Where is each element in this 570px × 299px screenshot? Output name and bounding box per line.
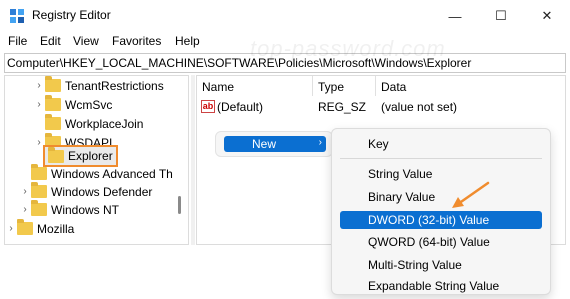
chevron-right-icon[interactable]: › [33,99,45,110]
key-tree-pane[interactable]: › TenantRestrictions › WcmSvc WorkplaceJ… [4,75,189,245]
chevron-right-icon[interactable]: › [19,186,31,197]
submenu-item-label: Multi-String Value [368,258,462,272]
column-header-data[interactable]: Data [381,80,406,94]
chevron-right-icon[interactable]: › [19,204,31,215]
submenu-item-key[interactable]: Key [340,135,542,153]
tree-item-label: TenantRestrictions [65,78,164,93]
window-title: Registry Editor [32,8,111,22]
submenu-item-dword-value[interactable]: DWORD (32-bit) Value [340,211,542,229]
tree-item-windows-nt[interactable]: › Windows NT [19,200,119,219]
tree-item-wcmsvc[interactable]: › WcmSvc [33,95,112,114]
tree-item-mozilla[interactable]: › Mozilla [5,219,74,238]
folder-icon [31,200,47,216]
chevron-right-icon[interactable]: › [5,223,17,234]
orange-arrow-icon [452,181,490,208]
maximize-button[interactable]: ☐ [478,0,524,32]
tree-item-label: Explorer [68,149,113,163]
folder-icon [45,114,61,130]
submenu-item-label: String Value [368,167,433,181]
menu-help[interactable]: Help [175,34,200,48]
submenu-item-expandable-string-value[interactable]: Expandable String Value [340,277,542,295]
folder-icon [17,219,33,235]
column-divider[interactable] [312,76,313,96]
tree-item-label: Windows NT [51,202,120,217]
tree-item-tenantrestrictions[interactable]: › TenantRestrictions [33,76,164,95]
tree-item-label: Mozilla [37,221,75,236]
folder-icon [31,182,47,198]
tree-item-label: WcmSvc [65,97,113,112]
menu-file[interactable]: File [8,34,27,48]
submenu-item-binary-value[interactable]: Binary Value [340,188,542,206]
tree-item-workplacejoin[interactable]: WorkplaceJoin [33,114,143,133]
value-type: REG_SZ [318,100,367,114]
folder-icon [48,146,64,163]
submenu-item-multi-string-value[interactable]: Multi-String Value [340,256,542,274]
context-menu-new[interactable]: New › [224,136,326,152]
submenu-item-label: QWORD (64-bit) Value [368,235,490,249]
submenu-separator [340,158,542,159]
context-menu-new-label: New [252,137,277,151]
tree-item-label: Windows Defender [51,184,153,199]
column-header-name[interactable]: Name [202,80,234,94]
tree-scrollbar-thumb[interactable] [178,196,181,214]
watermark: top-password.com [250,36,446,61]
menu-edit[interactable]: Edit [40,34,61,48]
menu-favorites[interactable]: Favorites [112,34,161,48]
submenu-item-label: Key [368,137,389,151]
submenu-item-label: Binary Value [368,190,436,204]
tree-item-windows-defender[interactable]: › Windows Defender [19,182,152,201]
tree-item-label: WorkplaceJoin [65,116,144,131]
pane-splitter[interactable] [191,75,195,245]
close-button[interactable]: ✕ [524,0,570,32]
submenu-item-label: DWORD (32-bit) Value [368,213,490,227]
string-value-icon: ab [201,100,215,113]
title-bar: Registry Editor — ☐ ✕ [0,0,570,32]
menu-view[interactable]: View [73,34,99,48]
folder-icon [45,95,61,111]
column-divider[interactable] [375,76,376,96]
chevron-right-icon[interactable]: › [33,80,45,91]
folder-icon [31,164,47,180]
submenu-item-string-value[interactable]: String Value [340,165,542,183]
submenu-item-label: Expandable String Value [368,279,500,293]
value-data: (value not set) [381,100,458,114]
chevron-right-icon: › [318,137,322,148]
tree-item-label: Windows Advanced Th [51,166,173,181]
folder-icon [45,76,61,92]
registry-editor-icon [10,9,24,23]
column-header-type[interactable]: Type [318,80,344,94]
value-name[interactable]: (Default) [217,100,263,114]
new-submenu: Key String Value Binary Value DWORD (32-… [331,128,551,295]
minimize-button[interactable]: — [432,0,478,32]
tree-item-windows-advanced-threat[interactable]: Windows Advanced Th [19,164,173,183]
submenu-item-qword-value[interactable]: QWORD (64-bit) Value [340,233,542,251]
